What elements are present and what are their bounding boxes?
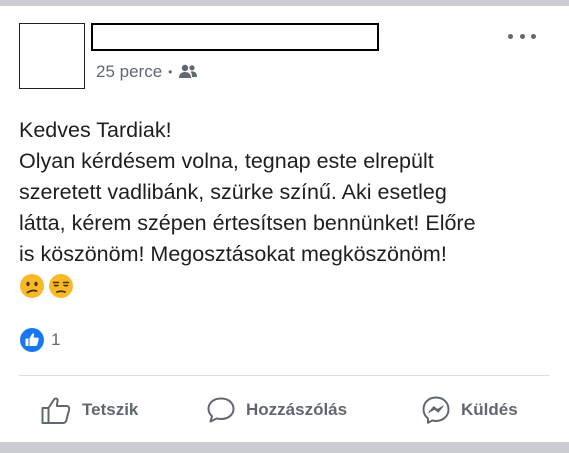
feed-separator-bottom: [0, 442, 569, 453]
unamused-face-icon: [49, 274, 73, 298]
post-meta: 25 perce •: [96, 62, 198, 82]
meta-separator: •: [168, 65, 173, 79]
reactions-summary[interactable]: 1: [20, 328, 60, 352]
like-reaction-icon: [20, 328, 44, 352]
comment-button[interactable]: Hozzászólás: [206, 393, 347, 427]
comment-icon: [207, 397, 235, 423]
post-timestamp[interactable]: 25 perce: [96, 62, 162, 82]
send-label: Küldés: [461, 400, 518, 419]
like-button[interactable]: Tetszik: [40, 393, 138, 427]
emoji-row: [19, 273, 559, 299]
friends-icon[interactable]: [178, 64, 198, 80]
post-line: Olyan kérdésem volna, tegnap este elrepü…: [19, 149, 434, 173]
avatar[interactable]: [19, 23, 85, 89]
send-button[interactable]: Küldés: [421, 393, 518, 427]
post-body: Kedves Tardiak! Olyan kérdésem volna, te…: [19, 115, 559, 299]
reaction-count: 1: [51, 330, 61, 349]
messenger-icon: [422, 396, 450, 424]
post-line: Kedves Tardiak!: [19, 118, 172, 142]
divider: [19, 375, 550, 376]
post-line: látta, kérem szépen értesítsen bennünket…: [19, 211, 476, 235]
thumbs-up-icon: [41, 397, 71, 424]
like-label: Tetszik: [82, 400, 139, 419]
confused-face-icon: [20, 274, 44, 298]
post-line: szeretett vadlibánk, szürke színű. Aki e…: [19, 180, 447, 204]
more-options-icon[interactable]: [508, 26, 536, 46]
post-line: is köszönöm! Megosztásokat megköszönöm!: [19, 242, 447, 266]
feed-separator-top: [0, 0, 569, 6]
author-name-redacted[interactable]: [91, 23, 379, 51]
comment-label: Hozzászólás: [246, 400, 348, 419]
